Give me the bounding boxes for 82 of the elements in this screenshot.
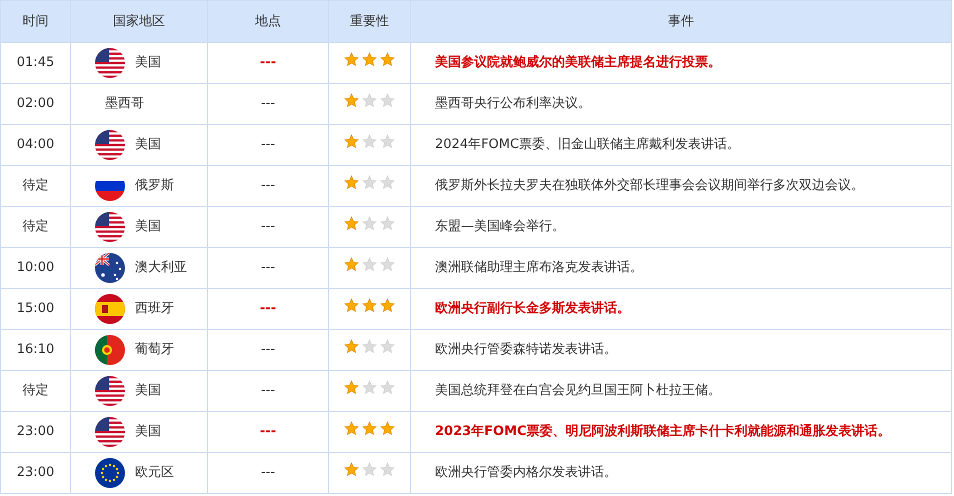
time-text: 23:00 — [16, 424, 54, 440]
place-text: --- — [260, 465, 276, 480]
column-header: 重要性 — [350, 14, 389, 29]
star-icon — [362, 216, 377, 232]
country-name: 美国 — [135, 136, 161, 154]
place-text: --- — [260, 260, 276, 276]
star-icon — [344, 462, 359, 478]
star-icon — [344, 257, 359, 272]
place-text: --- — [260, 342, 276, 358]
star-icon — [362, 52, 377, 68]
country-name: 美国 — [135, 423, 161, 442]
star-icon — [380, 52, 395, 68]
star-icon — [380, 257, 395, 272]
star-icon — [362, 421, 377, 436]
star-icon — [380, 462, 395, 478]
column-header: 国家地区 — [113, 14, 165, 29]
event-text: 欧洲央行管委内格尔发表讲话。 — [435, 465, 617, 480]
time-text: 待定 — [22, 383, 48, 398]
star-icon — [344, 216, 359, 232]
country-name: 美国 — [135, 382, 161, 400]
event-text: 俄罗斯外长拉夫罗夫在独联体外交部长理事会会议期间举行多次双边会议。 — [435, 178, 864, 194]
star-icon — [362, 380, 377, 396]
star-icon — [380, 93, 395, 108]
star-icon — [380, 380, 395, 396]
event-text: 欧洲央行副行长金多斯发表讲话。 — [435, 301, 630, 316]
star-icon — [344, 339, 359, 354]
place-text: --- — [260, 178, 276, 194]
star-icon — [362, 257, 377, 272]
star-icon — [344, 52, 359, 68]
time-text: 16:10 — [16, 342, 54, 358]
country-name: 葡萄牙 — [135, 341, 174, 360]
event-text: 东盟—美国峰会举行。 — [435, 219, 565, 234]
event-text: 美国总统拜登在白宫会见约旦国王阿卜杜拉王储。 — [435, 383, 721, 398]
event-text: 澳洲联储助理主席布洛克发表讲话。 — [435, 260, 643, 276]
star-icon — [380, 421, 395, 436]
time-text: 23:00 — [16, 465, 54, 480]
time-text: 待定 — [22, 178, 48, 194]
time-text: 10:00 — [16, 260, 54, 276]
star-icon — [380, 175, 395, 190]
star-icon — [344, 421, 359, 436]
time-text: 04:00 — [16, 137, 54, 152]
place-text: --- — [260, 424, 276, 440]
country-name: 欧元区 — [135, 464, 174, 482]
star-icon — [362, 462, 377, 478]
place-text: --- — [260, 137, 276, 152]
time-text: 待定 — [22, 219, 48, 234]
country-name: 澳大利亚 — [135, 259, 187, 278]
place-text: --- — [260, 383, 276, 398]
time-text: 01:45 — [16, 55, 54, 70]
column-header: 事件 — [668, 14, 694, 29]
time-text: 02:00 — [16, 96, 54, 112]
star-icon — [362, 298, 377, 314]
column-header: 地点 — [255, 14, 281, 29]
country-name: 美国 — [135, 54, 161, 72]
place-text: --- — [260, 55, 276, 70]
star-icon — [344, 175, 359, 190]
star-icon — [344, 93, 359, 108]
star-icon — [362, 339, 377, 354]
event-text: 2023年FOMC票委、明尼阿波利斯联储主席卡什卡利就能源和通胀发表讲话。 — [435, 424, 891, 440]
column-header: 时间 — [22, 14, 48, 29]
place-text: --- — [260, 219, 276, 234]
event-text: 美国参议院就鲍威尔的美联储主席提名进行投票。 — [435, 55, 721, 70]
place-text: --- — [260, 96, 276, 112]
star-icon — [380, 339, 395, 354]
star-icon — [344, 134, 359, 150]
star-icon — [380, 298, 395, 314]
star-icon — [362, 175, 377, 190]
star-icon — [344, 380, 359, 396]
country-name: 俄罗斯 — [135, 177, 174, 196]
event-text: 墨西哥央行公布利率决议。 — [435, 96, 591, 112]
time-text: 15:00 — [16, 301, 54, 316]
event-text: 2024年FOMC票委、旧金山联储主席戴利发表讲话。 — [435, 137, 740, 152]
star-icon — [344, 298, 359, 314]
country-name: 墨西哥 — [105, 95, 144, 114]
country-name: 美国 — [135, 218, 161, 236]
event-text: 欧洲央行管委森特诺发表讲话。 — [435, 342, 617, 358]
place-text: --- — [260, 301, 276, 316]
star-icon — [380, 216, 395, 232]
star-icon — [380, 134, 395, 150]
star-icon — [362, 93, 377, 108]
country-name: 西班牙 — [135, 300, 174, 318]
star-icon — [362, 134, 377, 150]
